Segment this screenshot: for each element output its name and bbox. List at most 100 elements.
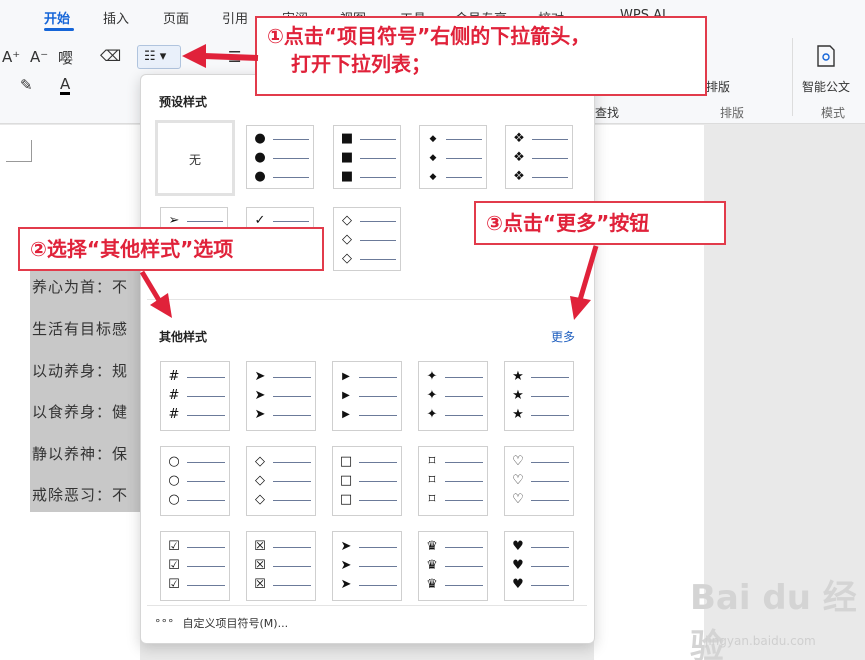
tab-insert[interactable]: 插入 [103,8,129,27]
smart-doc-icon[interactable] [815,44,837,68]
bullet-symbol: ➤ [340,577,352,592]
bullet-symbol: ✦ [426,369,438,384]
phonetic-guide-icon[interactable]: 嘤 [58,47,73,68]
font-color-icon[interactable]: A [60,76,71,95]
bullet-symbol: ➤ [254,369,266,384]
bullet-symbol: ★ [512,388,524,403]
group-separator [792,38,793,116]
other-style-option[interactable]: ➤ ➤ ➤ [246,361,316,431]
bullets-dropdown-button[interactable]: ☷ ▾ [137,45,181,69]
bullet-symbol: ★ [512,407,524,422]
bullet-symbol: ▶ [342,409,350,420]
tab-home[interactable]: 开始 [44,8,70,27]
bullet-symbol: ➤ [254,407,266,422]
custom-bullet-icon: °°° [155,617,175,630]
more-styles-link[interactable]: 更多 [551,328,575,345]
other-style-option[interactable]: ☑ ☑ ☑ [160,531,230,601]
bullet-symbol: ☒ [254,558,266,573]
doc-line[interactable]: 以动养身：规 [32,360,138,381]
font-grow-icon[interactable]: A⁺ [2,48,20,66]
bullet-symbol: ◆ [429,172,437,182]
other-style-option[interactable]: ◇ ◇ ◇ [246,446,316,516]
mode-group-label: 模式 [821,106,846,120]
bullets-dropdown-panel: 预设样式 无 ● ● ● ■ ■ ■ ◆ ◆ ◆ ❖ ❖ ❖ ➢ ➢ ➢ ✓ ✓… [140,74,595,644]
bullet-symbol: ◇ [255,492,265,507]
eraser-icon[interactable]: ⌫ [100,47,121,65]
step2-callout: ②选择“其他样式”选项 [18,227,324,271]
other-style-option[interactable]: ♡ ♡ ♡ [504,446,574,516]
other-style-option[interactable]: ☒ ☒ ☒ [246,531,316,601]
smart-doc-button[interactable]: 智能公文 [802,78,850,95]
bullet-symbol: ♥ [512,577,524,592]
bullet-style-option[interactable]: ● ● ● [246,125,314,189]
doc-line[interactable]: 生活有目标感 [32,318,138,339]
active-tab-indicator [44,28,74,31]
highlighter-icon[interactable]: ✎ [20,76,33,94]
multilevel-list-icon[interactable]: ☰ [228,48,241,66]
step1-line1: ①点击“项目符号”右侧的下拉箭头， [267,24,591,48]
bullet-symbol: ❖ [513,131,525,146]
bullet-symbol: ♥ [512,539,524,554]
other-style-option[interactable]: ⌑ ⌑ ⌑ [418,446,488,516]
bullet-symbol: ■ [340,131,354,146]
bullet-symbol: ♡ [512,454,524,469]
bullet-symbol: ● [254,131,266,146]
bullet-symbol: ◆ [429,153,437,163]
other-style-option[interactable]: ★ ★ ★ [504,361,574,431]
tab-page[interactable]: 页面 [163,8,189,27]
bullet-symbol: □ [339,454,353,469]
bullet-symbol: ⌑ [428,454,436,469]
bullet-symbol: ■ [340,150,354,165]
bullet-style-option[interactable]: ■ ■ ■ [333,125,401,189]
bullet-symbol: ◇ [255,473,265,488]
other-style-option[interactable]: ➤ ➤ ➤ [332,531,402,601]
bullet-symbol: ● [254,169,266,184]
other-style-option[interactable]: ✦ ✦ ✦ [418,361,488,431]
other-style-option[interactable]: # # # [160,361,230,431]
bullet-symbol: ♛ [426,539,438,554]
doc-line[interactable]: 静以养神：保 [32,443,138,464]
bullet-symbol: ☒ [254,539,266,554]
bullet-symbol: ◇ [255,454,265,469]
step1-callout: ①点击“项目符号”右侧的下拉箭头， 打开下拉列表； [255,16,707,96]
bullet-symbol: ♥ [512,558,524,573]
doc-line[interactable]: 养心为首：不 [32,276,138,297]
bullet-symbol: ▶ [342,390,350,401]
other-style-option[interactable]: ▶ ▶ ▶ [332,361,402,431]
bullet-symbol: ⌑ [428,492,436,507]
bullet-symbol: ◇ [342,213,352,228]
bullet-symbol: ◇ [342,251,352,266]
bullet-symbol: ⌑ [428,473,436,488]
bullet-style-option[interactable]: ◇ ◇ ◇ [333,207,401,271]
bullet-symbol: ♛ [426,558,438,573]
bullet-symbol: ➤ [340,539,352,554]
bullet-symbol: ■ [340,169,354,184]
other-style-option[interactable]: ♥ ♥ ♥ [504,531,574,601]
doc-line[interactable]: 以食养身：健 [32,401,138,422]
bullet-style-option[interactable]: ◆ ◆ ◆ [419,125,487,189]
custom-bullet-menu-item[interactable]: °°° 自定义项目符号(M)... [155,615,288,631]
bullet-symbol: ☑ [168,577,180,592]
tab-references[interactable]: 引用 [222,8,248,27]
custom-bullet-label: 自定义项目符号(M)... [182,617,289,630]
bullet-symbol: ○ [168,454,180,469]
preset-styles-title: 预设样式 [159,95,208,109]
other-style-option[interactable]: □ □ □ [332,446,402,516]
bullet-symbol: # [168,407,180,422]
bullet-symbol: ➤ [340,558,352,573]
other-style-option[interactable]: ♛ ♛ ♛ [418,531,488,601]
bullet-symbol: ➤ [254,388,266,403]
font-shrink-icon[interactable]: A⁻ [30,48,48,66]
doc-line[interactable]: 戒除恶习：不 [32,484,138,505]
bullet-style-none[interactable]: 无 [155,120,235,196]
bullet-symbol: # [168,369,180,384]
section-divider [147,605,587,606]
bullet-symbol: ✦ [426,388,438,403]
bullet-style-option[interactable]: ❖ ❖ ❖ [505,125,573,189]
other-styles-title[interactable]: 其他样式 [159,328,207,345]
bullet-symbol: ◇ [342,232,352,247]
arrange-group-label: 排版 [720,106,745,120]
page-margin-marker [6,140,32,162]
other-style-option[interactable]: ○ ○ ○ [160,446,230,516]
layout-button[interactable]: 排版 [706,78,730,95]
